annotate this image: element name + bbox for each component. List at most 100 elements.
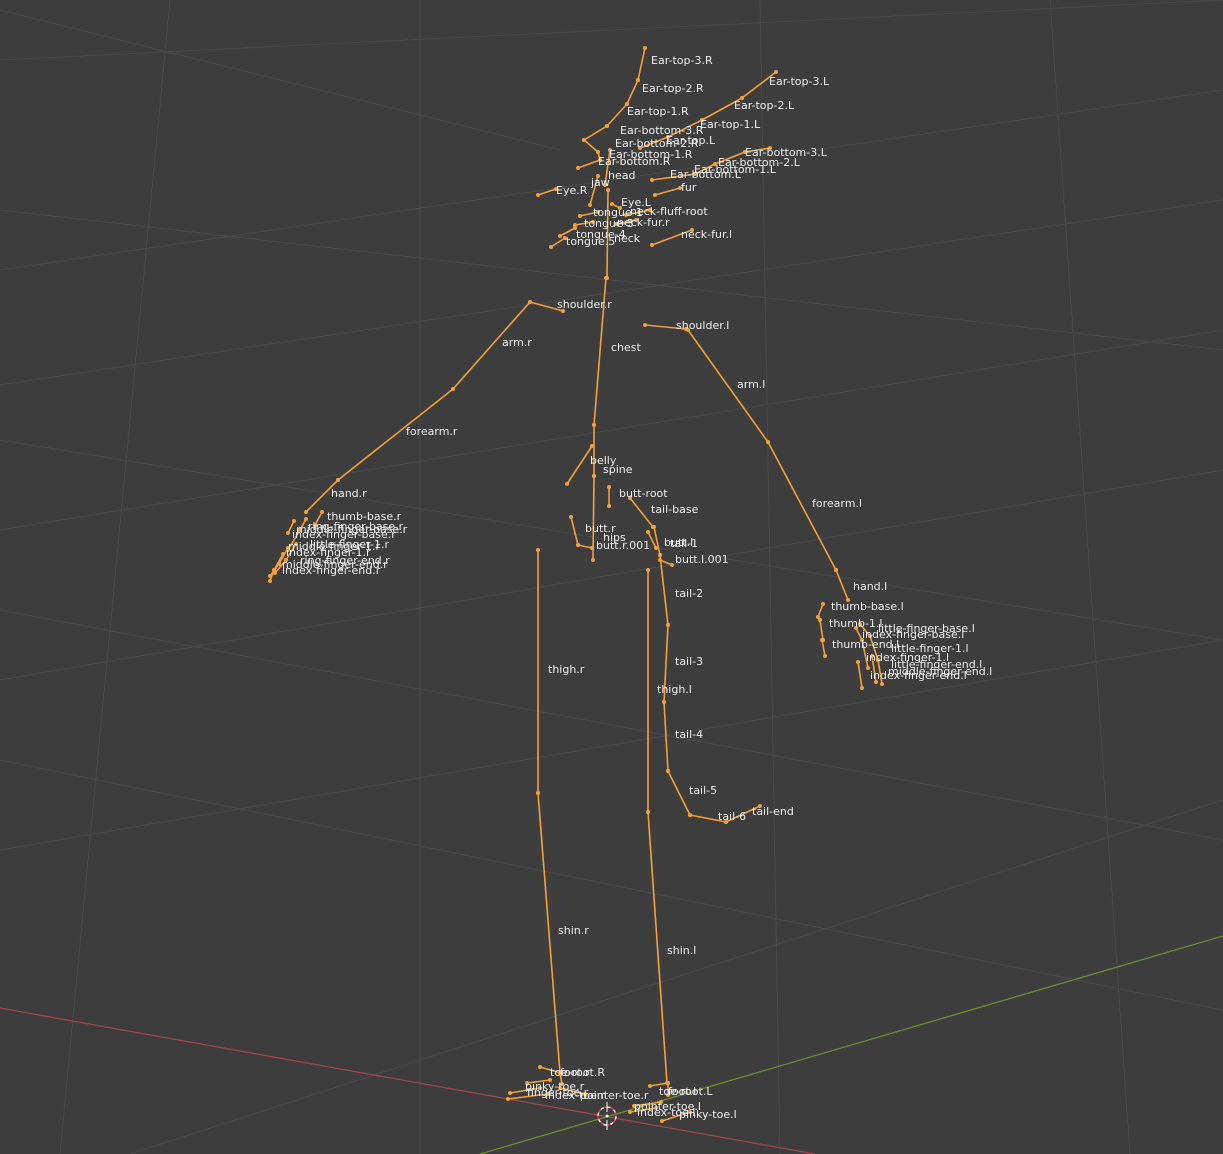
bone-head-joint[interactable] — [588, 203, 592, 207]
bone-fur[interactable] — [654, 187, 681, 196]
bone-ear-bottom-r[interactable] — [577, 159, 601, 169]
bone-label-ear-bottom-l: Ear-bottom.L — [670, 168, 742, 181]
bone-tail-joint[interactable] — [569, 515, 573, 519]
bone-tail-joint[interactable] — [880, 682, 884, 686]
bone-tail-joint[interactable] — [636, 78, 640, 82]
bone-head-joint[interactable] — [650, 178, 654, 182]
bone-tail-joint[interactable] — [688, 813, 692, 817]
bone-head-joint[interactable] — [670, 563, 674, 567]
bone-tail-joint[interactable] — [643, 46, 647, 50]
bone-tail-joint[interactable] — [592, 423, 596, 427]
bone-ear-top-1-r[interactable] — [606, 103, 628, 127]
bone-label-shin-l: shin.l — [667, 944, 696, 957]
3d-viewport[interactable]: Ear-top-3.R Ear-top-2.R Ear-top-1.R Ear-top… — [0, 0, 1223, 1154]
bone-thumb-1-l[interactable] — [819, 619, 824, 641]
bone-head-joint[interactable] — [643, 323, 647, 327]
bone-head-joint[interactable] — [660, 1119, 664, 1123]
bone-head-joint[interactable] — [576, 166, 580, 170]
bone-tail-joint[interactable] — [605, 124, 609, 128]
bone-head-joint[interactable] — [628, 1110, 632, 1114]
bone-tail-joint[interactable] — [582, 138, 586, 142]
bone-shin-l[interactable] — [647, 811, 668, 1084]
bone-head-joint[interactable] — [536, 193, 540, 197]
bone-tail-4[interactable] — [663, 701, 669, 772]
bone-head-joint[interactable] — [320, 510, 324, 514]
bone-butt-r-001[interactable] — [577, 544, 593, 549]
world-axes — [0, 935, 1223, 1154]
bone-tail-joint[interactable] — [268, 579, 272, 583]
bone-thumb-end-l[interactable] — [821, 639, 826, 657]
bone-head-joint[interactable] — [607, 504, 611, 508]
bone-ear-bottom-2-r[interactable] — [583, 139, 599, 153]
bone-tail-1[interactable] — [653, 526, 661, 556]
bone-tail-joint[interactable] — [286, 531, 290, 535]
bone-label-foot-r: foot.r — [560, 1066, 590, 1079]
bone-head-joint[interactable] — [277, 562, 281, 566]
bone-head-joint[interactable] — [272, 568, 276, 572]
bone-tail-joint[interactable] — [774, 70, 778, 74]
bone-thumb-base-l[interactable] — [817, 603, 824, 618]
bone-hand-l[interactable] — [835, 569, 849, 601]
bone-head-joint[interactable] — [304, 510, 308, 514]
bone-ear-bottom-3-r[interactable] — [583, 125, 608, 141]
bone-tail-joint[interactable] — [666, 623, 670, 627]
bone-label-hand-r: hand.r — [331, 487, 367, 500]
bone-head-joint[interactable] — [508, 1091, 512, 1095]
bone-label-pinky-toe-l: pinky-toe.l — [679, 1108, 737, 1121]
bone-tail-joint[interactable] — [536, 791, 540, 795]
bone-label-arm-r: arm.r — [502, 336, 532, 349]
bone-tail-joint[interactable] — [646, 568, 650, 572]
bone-head-joint[interactable] — [821, 602, 825, 606]
bone-head-joint[interactable] — [820, 638, 824, 642]
bone-head-joint[interactable] — [591, 558, 595, 562]
bone-label-neck-fur-l: neck-fur.l — [681, 228, 732, 241]
bone-butt-r[interactable] — [570, 516, 579, 546]
bone-tail-joint[interactable] — [646, 810, 650, 814]
bone-tail-joint[interactable] — [451, 387, 455, 391]
bone-head-joint[interactable] — [818, 618, 822, 622]
bone-tail-joint[interactable] — [596, 150, 600, 154]
bone-head-joint[interactable] — [506, 1097, 510, 1101]
bone-label-tail-5: tail-5 — [689, 784, 717, 797]
bone-tail-joint[interactable] — [658, 553, 662, 557]
bone-head-joint[interactable] — [549, 245, 553, 249]
bone-tail-joint[interactable] — [834, 568, 838, 572]
bone-head-joint[interactable] — [538, 1065, 542, 1069]
bone-head-joint[interactable] — [653, 193, 657, 197]
bone-head-joint[interactable] — [650, 243, 654, 247]
bone-tail-joint[interactable] — [766, 440, 770, 444]
bone-ear-top-3-r[interactable] — [637, 47, 646, 81]
bone-label-foot-l: foot.l — [668, 1085, 696, 1098]
bone-index-finger-end-l[interactable] — [857, 661, 863, 689]
bone-head-joint[interactable] — [648, 1084, 652, 1088]
bone-head-joint[interactable] — [856, 660, 860, 664]
armature-scene[interactable]: Ear-top-3.R Ear-top-2.R Ear-top-1.R Ear-top… — [0, 0, 1223, 1154]
bone-tail-joint[interactable] — [536, 548, 540, 552]
bones-layer[interactable] — [268, 46, 884, 1123]
bone-tail-joint[interactable] — [652, 525, 656, 529]
bone-tail-joint[interactable] — [646, 530, 650, 534]
bone-head-joint[interactable] — [558, 234, 562, 238]
bone-tail-joint[interactable] — [592, 474, 596, 478]
bone-tail-base[interactable] — [629, 497, 654, 528]
bone-shin-r[interactable] — [537, 792, 561, 1074]
bone-tail-joint[interactable] — [336, 478, 340, 482]
bone-tail-joint[interactable] — [607, 485, 611, 489]
bone-tail-joint[interactable] — [823, 654, 827, 658]
bone-tongue-5[interactable] — [550, 237, 566, 248]
bone-tail-joint[interactable] — [662, 700, 666, 704]
bone-head-joint[interactable] — [565, 482, 569, 486]
bone-tail-joint[interactable] — [604, 276, 608, 280]
bone-head-joint[interactable] — [578, 214, 582, 218]
bone-label-jaw: jaw — [590, 176, 610, 189]
bone-tail-5[interactable] — [667, 770, 691, 816]
bone-tail-joint[interactable] — [576, 543, 580, 547]
bone-head-joint[interactable] — [281, 552, 285, 556]
bone-label-tail-6: tail-6 — [718, 810, 746, 823]
bone-head-joint[interactable] — [590, 546, 594, 550]
bone-tail-joint[interactable] — [528, 300, 532, 304]
bone-ear-top-2-r[interactable] — [626, 79, 639, 105]
bone-tail-joint[interactable] — [860, 686, 864, 690]
bone-tail-joint[interactable] — [666, 769, 670, 773]
bone-belly[interactable] — [566, 445, 593, 485]
